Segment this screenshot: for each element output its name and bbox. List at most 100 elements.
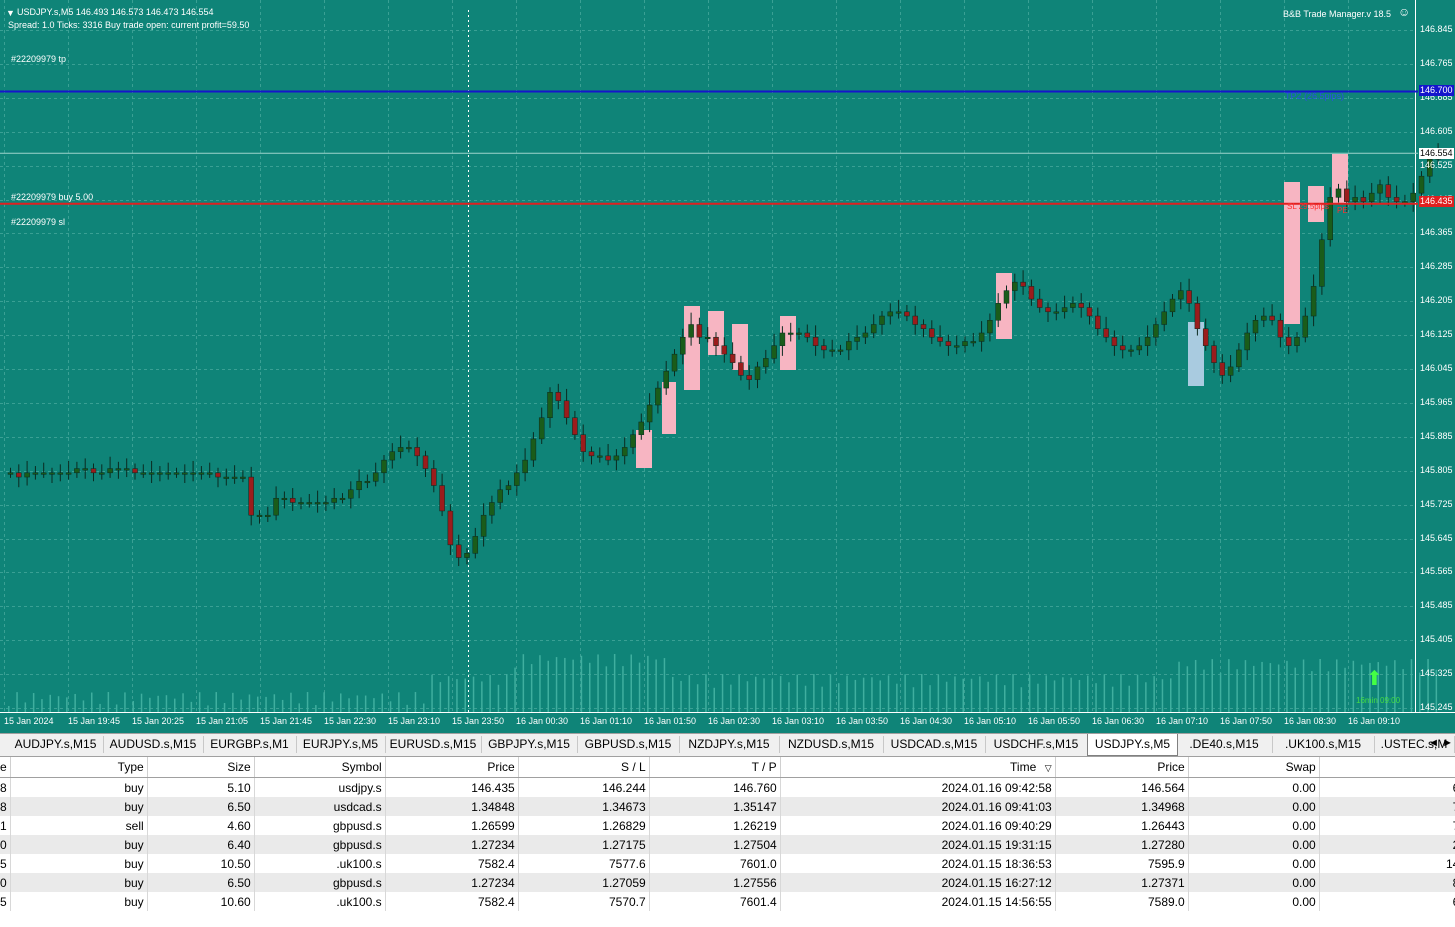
volume-bar	[1136, 674, 1139, 712]
chart-tab[interactable]: USDCAD.s,M15	[883, 736, 986, 753]
trade-cell: 1.26599	[385, 816, 519, 835]
chart-canvas[interactable]	[0, 0, 1455, 733]
volume-bar	[1211, 659, 1213, 712]
trade-row[interactable]: 0 buy 6.40 gbpusd.s 1.27234 1.27175 1.27504 202…	[0, 835, 1455, 854]
volume-bar	[1344, 667, 1346, 712]
chart-tab[interactable]: GBPUSD.s,M15	[577, 736, 680, 753]
volume-bar	[647, 655, 649, 712]
pe-label: PE	[1337, 206, 1348, 215]
trade-row[interactable]: 8 buy 6.50 usdcad.s 1.34848 1.34673 1.35147 202…	[0, 797, 1455, 816]
chart-tab[interactable]: EURJPY.s,M5	[296, 736, 386, 753]
candle-body	[1045, 307, 1051, 313]
volume-bar	[1261, 661, 1263, 712]
candle-body	[1012, 281, 1018, 291]
chart-tab[interactable]: USDJPY.s,M5	[1087, 734, 1178, 756]
smiley-icon[interactable]: ☺	[1398, 6, 1410, 18]
chart-tab[interactable]: NZDUSD.s,M15	[779, 736, 884, 753]
candle-body	[82, 468, 88, 471]
column-header[interactable]: Type	[10, 757, 148, 778]
tab-scroll-arrows-icon[interactable]: ◄ ►	[1428, 737, 1453, 749]
trade-row[interactable]: 1 sell 4.60 gbpusd.s 1.26599 1.26829 1.26219 20…	[0, 816, 1455, 835]
volume-bar	[921, 674, 923, 712]
trade-cell: 78.00	[1319, 797, 1455, 816]
price-tick-label: 146.605	[1420, 125, 1453, 136]
volume-bar	[663, 658, 666, 712]
trade-row[interactable]: 8 buy 5.10 usdjpy.s 146.435 146.244 146.760 202…	[0, 777, 1455, 797]
volume-bar	[838, 683, 840, 712]
volume-bar	[696, 684, 699, 712]
volume-bar	[290, 692, 292, 712]
column-header[interactable]: Symbol	[254, 757, 386, 778]
chart-tab[interactable]: NZDJPY.s,M15	[679, 736, 780, 753]
volume-bar	[655, 659, 657, 712]
volume-bar	[472, 676, 475, 712]
chart-tab[interactable]: GBPJPY.s,M15	[481, 736, 578, 753]
column-header[interactable]: Profit	[1319, 757, 1455, 778]
column-header[interactable]: T / P	[649, 757, 781, 778]
chart-tab[interactable]: AUDUSD.s,M15	[103, 736, 204, 753]
candle-body	[281, 497, 288, 500]
column-header[interactable]: Time ▽	[780, 757, 1056, 778]
volume-bar	[854, 679, 857, 712]
trade-cell: 10.50	[147, 854, 255, 873]
trade-row[interactable]: 5 buy 10.60 .uk100.s 7582.4 7570.7 7601.4 2024.…	[0, 892, 1455, 911]
trade-row[interactable]: 0 buy 6.50 gbpusd.s 1.27234 1.27059 1.27556 202…	[0, 873, 1455, 892]
volume-bar	[530, 664, 533, 712]
trade-cell: 141.75	[1319, 854, 1455, 873]
chart-tab[interactable]: EURGBP.s,M1	[203, 736, 297, 753]
volume-bar	[1302, 659, 1305, 712]
trade-cell: 10.60	[147, 892, 255, 911]
candle-body	[1252, 320, 1259, 334]
column-header[interactable]: Price	[1055, 757, 1189, 778]
trade-cell: 8	[0, 797, 11, 816]
trade-cell: 69.96	[1319, 892, 1455, 911]
volume-bar	[514, 667, 516, 712]
candle-body	[821, 345, 827, 351]
column-header[interactable]: Price	[385, 757, 519, 778]
volume-bar	[506, 674, 508, 712]
column-header[interactable]: Swap	[1188, 757, 1320, 778]
column-header[interactable]: S / L	[518, 757, 650, 778]
trade-row[interactable]: 5 buy 10.50 .uk100.s 7582.4 7577.6 7601.0 2024.…	[0, 854, 1455, 873]
candle-body	[190, 472, 196, 475]
price-tick-label: 146.205	[1420, 295, 1453, 306]
volume-bar	[904, 674, 906, 712]
chart-tab[interactable]: .UK100.s,M15	[1272, 736, 1375, 753]
column-header[interactable]: e	[0, 757, 11, 778]
candle-body	[223, 476, 230, 479]
collapse-triangle-icon[interactable]: ▼	[6, 8, 15, 19]
candle-body	[721, 345, 728, 355]
chart-tab[interactable]: .DE40.s,M15	[1176, 736, 1273, 753]
trade-cell: 5	[0, 854, 11, 873]
chart-tab[interactable]: AUDJPY.s,M15	[8, 736, 104, 753]
time-tick-label: 16 Jan 01:10	[580, 716, 633, 726]
volume-bar	[406, 704, 408, 712]
chart-tab[interactable]: USDCHF.s,M15	[985, 736, 1088, 753]
candle-body	[1144, 336, 1151, 346]
column-header[interactable]: Size	[147, 757, 255, 778]
trade-cell: 1.27280	[1055, 835, 1189, 854]
candle-body	[580, 434, 586, 452]
candle-body	[422, 455, 429, 469]
candle-body	[1302, 315, 1309, 338]
volume-bar	[522, 654, 525, 712]
candle-body	[32, 472, 39, 475]
volume-bar	[331, 701, 334, 712]
candle-body	[1178, 290, 1184, 300]
up-arrow-icon: ⬆	[1366, 668, 1383, 690]
candle-body	[904, 311, 910, 317]
volume-bar	[439, 682, 442, 712]
time-tick-label: 16 Jan 03:50	[836, 716, 889, 726]
trade-cell: 0.00	[1188, 777, 1320, 797]
chart-tab[interactable]: EURUSD.s,M15	[385, 736, 482, 753]
volume-bar	[1277, 664, 1280, 712]
time-tick-label: 15 Jan 2024	[4, 716, 54, 726]
candle-body	[1294, 336, 1300, 346]
highlight-zone	[684, 306, 700, 390]
volume-bar	[912, 687, 915, 712]
trade-cell: 7601.0	[649, 854, 781, 873]
volume-bar	[124, 692, 126, 712]
trade-cell: 5.10	[147, 777, 255, 797]
candle-body	[812, 336, 819, 346]
price-chart[interactable]: ▼ USDJPY.s,M5 146.493 146.573 146.473 14…	[0, 0, 1455, 733]
